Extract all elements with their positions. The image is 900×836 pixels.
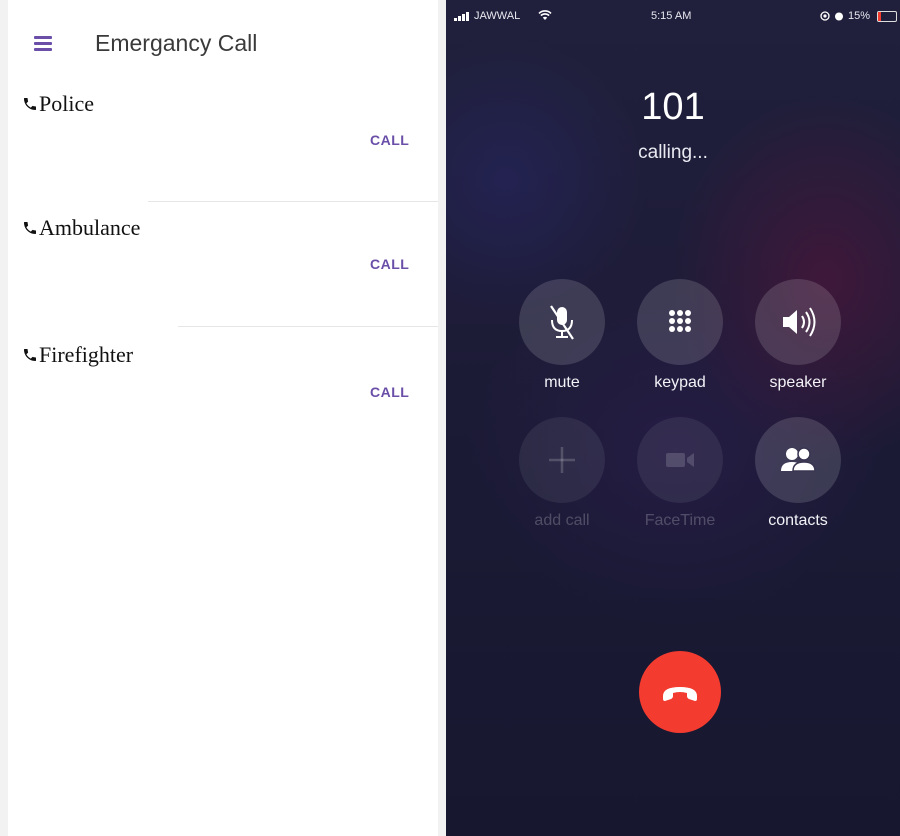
emergency-call-app: Emergancy Call Police CALL Ambulance CAL… bbox=[8, 0, 438, 836]
hang-up-icon bbox=[663, 687, 697, 701]
contact-name: Firefighter bbox=[22, 342, 133, 368]
call-status: calling... bbox=[638, 142, 708, 163]
battery-percent: 15% bbox=[848, 10, 871, 22]
add-call-label: add call bbox=[534, 512, 590, 529]
call-number: 101 bbox=[641, 86, 705, 128]
app-bar: Emergancy Call bbox=[8, 0, 438, 80]
facetime-button bbox=[637, 417, 723, 503]
contact-name: Police bbox=[22, 91, 94, 117]
alarm-icon bbox=[835, 12, 843, 21]
contact-name-text: Ambulance bbox=[39, 215, 141, 240]
hamburger-menu-icon[interactable] bbox=[34, 36, 52, 51]
status-time: 5:15 AM bbox=[651, 10, 692, 22]
contacts-icon bbox=[781, 447, 816, 472]
facetime-label: FaceTime bbox=[644, 512, 716, 529]
divider bbox=[178, 326, 438, 327]
call-button-police[interactable]: CALL bbox=[370, 132, 409, 148]
contact-item-firefighter: Firefighter CALL bbox=[8, 332, 438, 456]
call-button-ambulance[interactable]: CALL bbox=[370, 256, 409, 272]
location-icon bbox=[820, 11, 830, 21]
battery-icon bbox=[877, 11, 897, 22]
mute-microphone-icon bbox=[550, 305, 574, 340]
add-call-button bbox=[519, 417, 605, 503]
keypad-button[interactable] bbox=[637, 279, 723, 365]
end-call-button[interactable] bbox=[639, 651, 721, 733]
carrier-name: JAWWAL bbox=[474, 10, 521, 22]
contact-name-text: Police bbox=[39, 91, 94, 116]
contacts-label: contacts bbox=[768, 512, 828, 529]
speaker-icon bbox=[783, 307, 816, 337]
mute-button[interactable] bbox=[519, 279, 605, 365]
phone-icon bbox=[24, 98, 36, 110]
contact-name: Ambulance bbox=[22, 215, 140, 241]
speaker-label: speaker bbox=[769, 374, 827, 391]
call-button-firefighter[interactable]: CALL bbox=[370, 384, 409, 400]
divider bbox=[148, 201, 438, 202]
mute-label: mute bbox=[544, 374, 580, 391]
contact-name-text: Firefighter bbox=[39, 342, 134, 367]
keypad-icon bbox=[669, 310, 691, 332]
signal-strength-icon bbox=[454, 12, 470, 21]
page-title: Emergancy Call bbox=[95, 30, 258, 56]
contacts-button[interactable] bbox=[755, 417, 841, 503]
video-camera-icon bbox=[666, 453, 694, 467]
contact-item-ambulance: Ambulance CALL bbox=[8, 206, 438, 330]
phone-icon bbox=[24, 222, 36, 234]
keypad-label: keypad bbox=[654, 374, 706, 391]
phone-call-screen: JAWWAL 5:15 AM 15% 101 calling... mute k… bbox=[446, 0, 900, 836]
speaker-button[interactable] bbox=[755, 279, 841, 365]
wifi-icon bbox=[538, 10, 552, 20]
contact-item-police: Police CALL bbox=[8, 82, 438, 206]
plus-icon bbox=[549, 447, 575, 473]
phone-icon bbox=[24, 349, 36, 361]
